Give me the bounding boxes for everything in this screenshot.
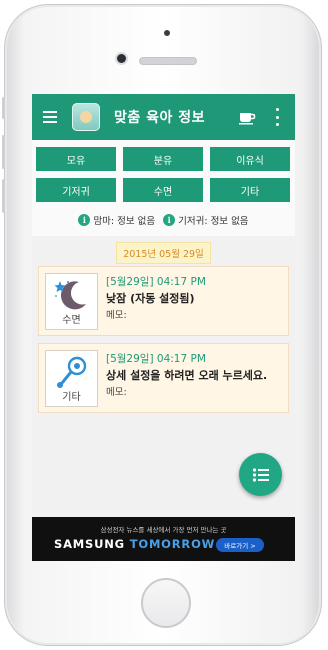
record-time: [5월29일] 04:17 PM [106,276,206,288]
info-summary: i 맘마: 정보 없음 i 기저귀: 정보 없음 [32,210,295,230]
record-memo: 메모: [106,310,127,321]
record-card[interactable]: 수면 [5월29일] 04:17 PM 낮잠 (자동 설정됨) 메모: [38,266,289,336]
proximity-sensor [164,30,170,36]
ad-banner[interactable]: 삼성전자 뉴스를 세상에서 가장 먼저 만나는 곳 SAMSUNG TOMORR… [32,517,295,561]
menu-icon[interactable] [32,94,68,140]
moon-star-icon [54,281,86,310]
list-fab-button[interactable] [239,453,282,496]
mute-switch [2,97,5,119]
front-camera [117,54,126,63]
more-options-icon[interactable] [272,108,282,126]
ad-tagline: 삼성전자 뉴스를 세상에서 가장 먼저 만나는 곳 [100,526,227,534]
app-screen: 맞춤 육아 정보 모유 분유 이유식 기저귀 수면 기타 i 맘마: 정보 없음… [32,94,295,561]
breastfeeding-button[interactable]: 모유 [36,147,116,171]
record-title: 낮잠 (자동 설정됨) [106,292,195,305]
app-logo-icon [72,103,100,131]
sleep-button[interactable]: 수면 [123,178,203,202]
record-title: 상세 설정을 하려면 오래 누르세요. [106,369,268,382]
ad-brand: SAMSUNG TOMORROW [54,537,216,551]
home-button[interactable] [141,578,191,628]
baby-food-button[interactable]: 이유식 [210,147,290,171]
coffee-cup-icon[interactable] [238,108,256,126]
other-button[interactable]: 기타 [210,178,290,202]
record-card[interactable]: 기타 [5월29일] 04:17 PM 상세 설정을 하려면 오래 누르세요. … [38,343,289,413]
ad-cta-button[interactable]: 바로가기 > [216,538,264,552]
record-time: [5월29일] 04:17 PM [106,353,206,365]
diaper-info-text: 기저귀: 정보 없음 [178,216,249,227]
app-bar: 맞춤 육아 정보 [32,94,295,140]
record-memo: 메모: [106,387,127,398]
diaper-button[interactable]: 기저귀 [36,178,116,202]
record-category-label: 기타 [62,392,81,403]
date-header: 2015년 05월 29일 [116,242,211,264]
formula-button[interactable]: 분유 [123,147,203,171]
record-category-label: 수면 [62,315,81,326]
list-icon [252,467,269,482]
app-title: 맞춤 육아 정보 [114,110,206,126]
earpiece-speaker [139,57,197,65]
mom-info-text: 맘마: 정보 없음 [93,216,156,227]
record-icon-box: 수면 [45,273,98,330]
volume-down-button [2,179,5,213]
volume-up-button [2,135,5,169]
info-icon: i [78,214,91,226]
info-icon: i [163,214,176,226]
rattle-icon [57,356,87,388]
record-icon-box: 기타 [45,350,98,407]
